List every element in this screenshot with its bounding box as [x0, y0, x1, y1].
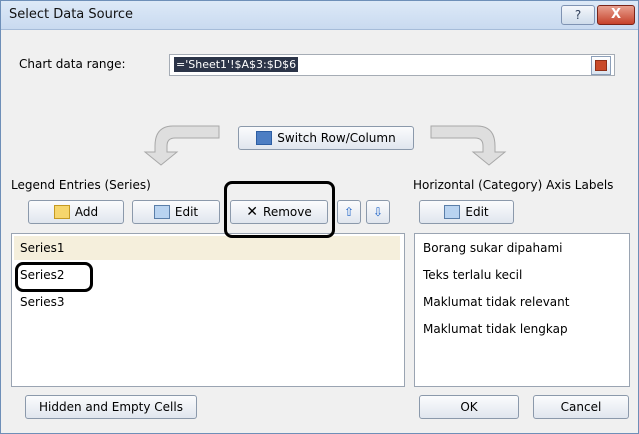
edit-axis-label: Edit — [465, 205, 489, 219]
select-data-source-dialog: Select Data Source ? X Chart data range:… — [0, 0, 639, 434]
edit-series-button[interactable]: Edit — [132, 200, 220, 224]
switch-row-column-icon — [256, 131, 273, 145]
axis-labels-label: Horizontal (Category) Axis Labels — [413, 178, 614, 192]
window-title: Select Data Source — [9, 7, 134, 22]
series-item[interactable]: Series3 — [14, 290, 400, 314]
series-item[interactable]: Series2 — [14, 263, 400, 287]
axis-label-item[interactable]: Teks terlalu kecil — [417, 263, 623, 287]
help-button[interactable]: ? — [561, 5, 595, 25]
edit-axis-labels-button[interactable]: Edit — [419, 200, 514, 224]
edit-icon — [153, 205, 170, 219]
series-item[interactable]: Series1 — [14, 236, 400, 260]
legend-entries-label: Legend Entries (Series) — [11, 178, 151, 192]
collapse-range-button[interactable] — [591, 56, 611, 75]
hidden-empty-cells-button[interactable]: Hidden and Empty Cells — [25, 395, 197, 419]
remove-series-button[interactable]: ✕ Remove — [230, 200, 328, 224]
chart-data-range-input[interactable]: ='Sheet1'!$A$3:$D$6 — [169, 54, 615, 76]
edit-label: Edit — [174, 205, 199, 219]
axis-label-item[interactable]: Maklumat tidak lengkap — [417, 317, 623, 341]
add-series-button[interactable]: Add — [28, 200, 124, 224]
close-button[interactable]: X — [597, 5, 635, 25]
remove-x-icon: ✕ — [246, 204, 259, 220]
chart-data-range-label: Chart data range: — [19, 57, 126, 71]
move-down-button[interactable]: ⇩ — [366, 200, 390, 224]
dialog-content: Chart data range: ='Sheet1'!$A$3:$D$6 Sw… — [1, 30, 638, 433]
collapse-dialog-icon — [595, 60, 607, 71]
ok-button[interactable]: OK — [419, 395, 519, 419]
edit-icon — [444, 205, 461, 219]
axis-label-item[interactable]: Borang sukar dipahami — [417, 236, 623, 260]
move-up-button[interactable]: ⇧ — [337, 200, 361, 224]
switch-row-column-button[interactable]: Switch Row/Column — [238, 126, 414, 150]
right-curved-arrow-icon — [430, 125, 507, 166]
chart-data-range-value: ='Sheet1'!$A$3:$D$6 — [174, 57, 299, 72]
add-label: Add — [74, 205, 99, 219]
left-curved-arrow-icon — [143, 125, 220, 166]
title-bar: Select Data Source ? X — [1, 1, 638, 30]
cancel-button[interactable]: Cancel — [533, 395, 629, 419]
add-icon — [53, 205, 70, 219]
remove-label: Remove — [263, 205, 312, 219]
switch-row-column-label: Switch Row/Column — [277, 131, 396, 145]
axis-label-item[interactable]: Maklumat tidak relevant — [417, 290, 623, 314]
axis-labels-listbox[interactable]: Borang sukar dipahami Teks terlalu kecil… — [414, 233, 630, 387]
series-listbox[interactable]: Series1 Series2 Series3 — [11, 233, 405, 387]
